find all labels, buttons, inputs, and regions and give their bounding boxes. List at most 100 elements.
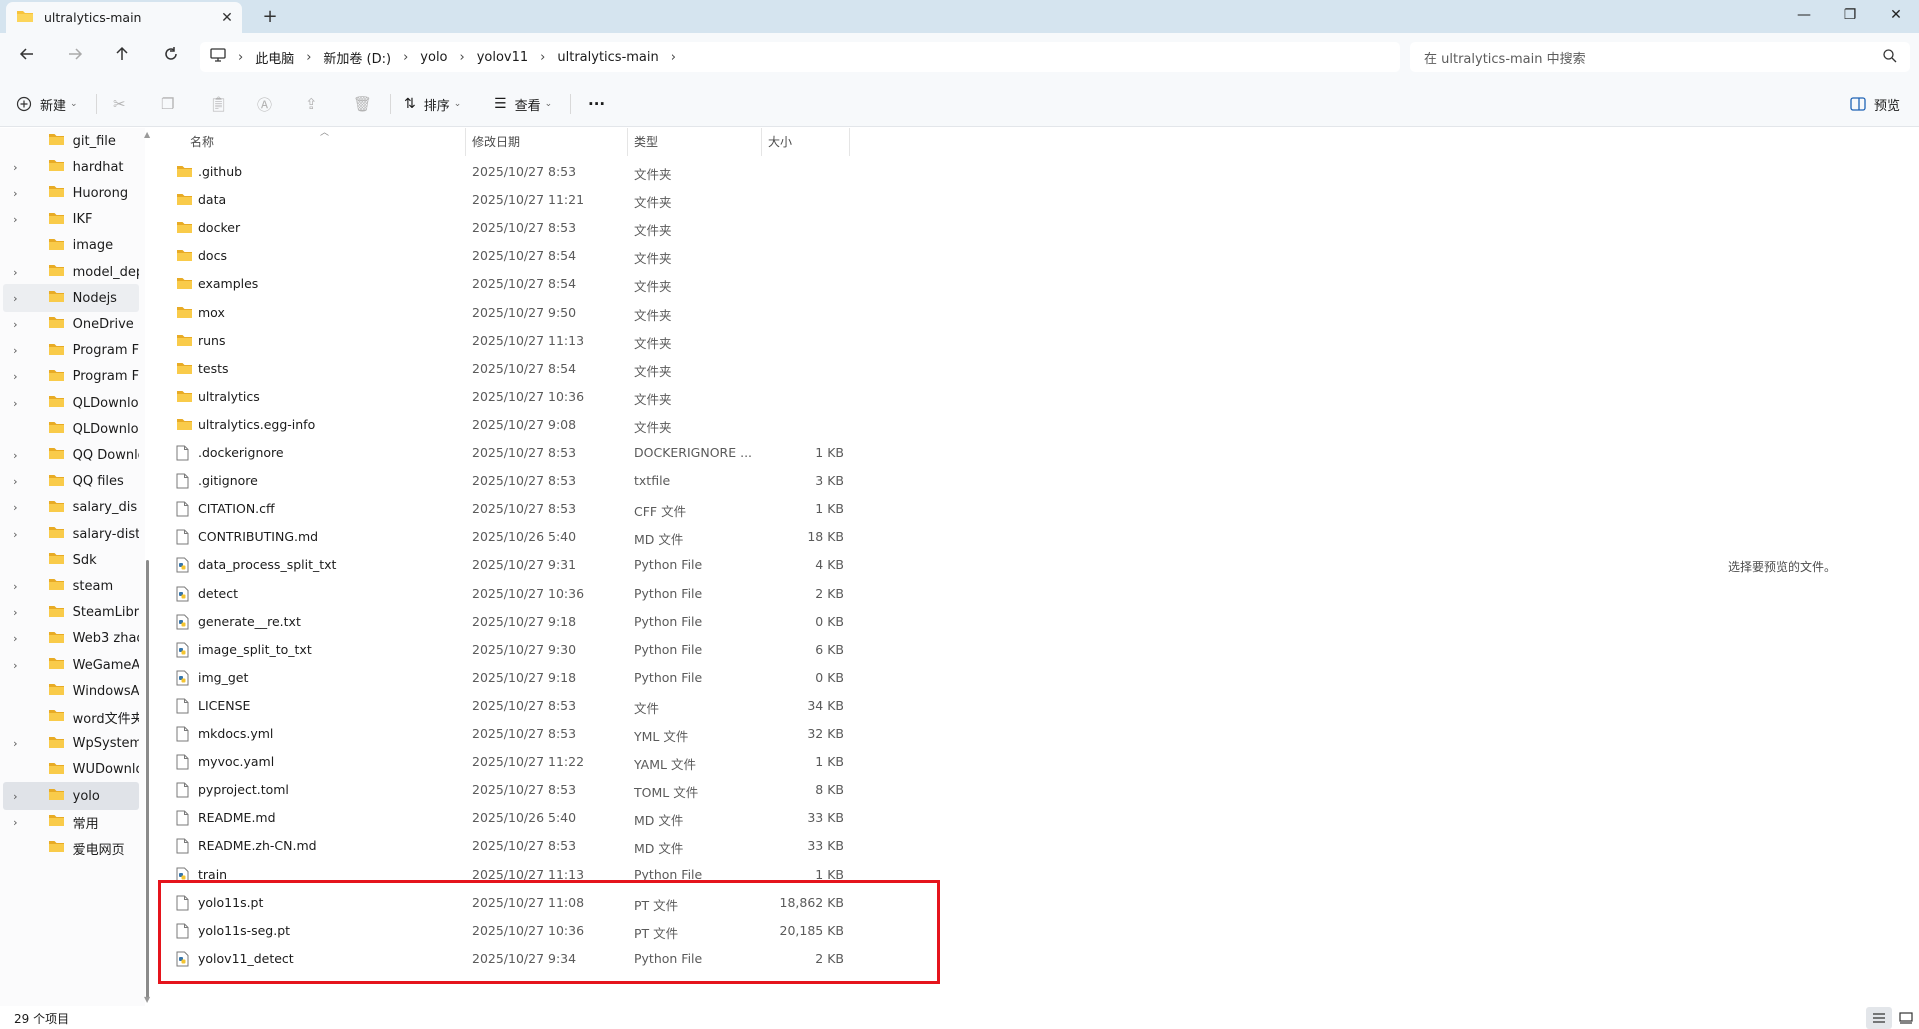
sidebar-item[interactable]: › Program Fil — [3, 337, 139, 365]
chevron-right-icon[interactable]: › — [3, 580, 28, 593]
file-row[interactable]: mkdocs.yml 2025/10/27 8:53 YML 文件 32 KB — [156, 720, 856, 748]
file-row[interactable]: data_process_split_txt 2025/10/27 9:31 Pyt… — [156, 551, 856, 579]
file-row[interactable]: docker 2025/10/27 8:53 文件夹 — [156, 214, 856, 242]
breadcrumb-ultralytics-main[interactable]: ultralytics-main — [557, 50, 658, 65]
file-row[interactable]: ultralytics.egg-info 2025/10/27 9:08 文件夹 — [156, 411, 856, 439]
chevron-right-icon[interactable]: › — [3, 790, 28, 803]
sidebar-item[interactable]: › steam — [3, 572, 139, 600]
file-row[interactable]: runs 2025/10/27 11:13 文件夹 — [156, 327, 856, 355]
share-icon[interactable]: ⇪ — [305, 92, 318, 116]
column-header-type[interactable]: 类型 — [628, 128, 762, 156]
file-row[interactable]: README.zh-CN.md 2025/10/27 8:53 MD 文件 33 KB — [156, 832, 856, 860]
minimize-button[interactable]: — — [1781, 0, 1827, 30]
tiles-view-button[interactable] — [1893, 1007, 1919, 1029]
file-row[interactable]: generate__re.txt 2025/10/27 9:18 Python Fi… — [156, 608, 856, 636]
chevron-right-icon[interactable]: › — [238, 50, 243, 65]
file-row[interactable]: CONTRIBUTING.md 2025/10/26 5:40 MD 文件 18 KB — [156, 523, 856, 551]
chevron-right-icon[interactable]: › — [3, 161, 28, 174]
paste-icon[interactable]: 📋︎ — [209, 92, 228, 116]
sidebar-item[interactable]: WUDownlo — [3, 756, 139, 784]
details-view-button[interactable] — [1866, 1007, 1892, 1029]
sidebar-item[interactable]: git_file — [3, 128, 139, 155]
sidebar-item[interactable]: › SteamLibrar — [3, 599, 139, 627]
file-row[interactable]: data 2025/10/27 11:21 文件夹 — [156, 186, 856, 214]
sidebar-item[interactable]: › salary-distri — [3, 520, 139, 548]
sidebar-item[interactable]: › QQ Downlo — [3, 441, 139, 469]
sidebar-item[interactable]: image — [3, 232, 139, 260]
chevron-right-icon[interactable]: › — [3, 475, 28, 488]
chevron-right-icon[interactable]: › — [3, 397, 28, 410]
chevron-right-icon[interactable]: › — [3, 449, 28, 462]
new-button[interactable]: 新建 ⌄ — [16, 92, 78, 116]
file-row[interactable]: docs 2025/10/27 8:54 文件夹 — [156, 242, 856, 270]
tab-close-icon[interactable]: ✕ — [212, 10, 242, 26]
column-header-date[interactable]: 修改日期 — [466, 128, 628, 156]
sidebar-item[interactable]: › hardhat — [3, 153, 139, 181]
breadcrumb-yolov11[interactable]: yolov11 — [477, 50, 528, 65]
chevron-right-icon[interactable]: › — [540, 50, 545, 65]
column-header-size[interactable]: 大小 — [762, 128, 850, 156]
file-row[interactable]: .dockerignore 2025/10/27 8:53 DOCKERIGNORE… — [156, 439, 856, 467]
chevron-right-icon[interactable]: › — [403, 50, 408, 65]
sidebar-item[interactable]: › yolo — [3, 782, 139, 810]
more-options-button[interactable]: ··· — [588, 92, 605, 116]
chevron-right-icon[interactable]: › — [3, 606, 28, 619]
chevron-right-icon[interactable]: › — [3, 659, 28, 672]
breadcrumb-this-pc[interactable]: 此电脑 — [255, 48, 294, 67]
chevron-right-icon[interactable]: › — [671, 50, 676, 65]
column-header-name[interactable]: 名称 — [184, 128, 466, 156]
sidebar-item[interactable]: › Program Fil — [3, 363, 139, 391]
chevron-right-icon[interactable]: › — [3, 344, 28, 357]
sidebar-item[interactable]: › model_dep — [3, 258, 139, 286]
chevron-right-icon[interactable]: › — [3, 213, 28, 226]
chevron-right-icon[interactable]: › — [3, 528, 28, 541]
sidebar-item[interactable]: › QLDownloa — [3, 389, 139, 417]
tab-ultralytics-main[interactable]: ultralytics-main ✕ — [6, 2, 242, 33]
file-row[interactable]: detect 2025/10/27 10:36 Python File 2 KB — [156, 580, 856, 608]
chevron-right-icon[interactable]: › — [306, 50, 311, 65]
file-row[interactable]: ultralytics 2025/10/27 10:36 文件夹 — [156, 383, 856, 411]
search-input[interactable]: 在 ultralytics-main 中搜索 — [1410, 42, 1910, 72]
file-row[interactable]: myvoc.yaml 2025/10/27 11:22 YAML 文件 1 KB — [156, 748, 856, 776]
chevron-right-icon[interactable]: › — [3, 632, 28, 645]
breadcrumb-yolo[interactable]: yolo — [420, 50, 447, 65]
file-row[interactable]: examples 2025/10/27 8:54 文件夹 — [156, 270, 856, 298]
sidebar-item[interactable]: WindowsAp — [3, 677, 139, 705]
sidebar-item[interactable]: word文件夹 — [3, 703, 139, 731]
scroll-down-arrow-icon[interactable]: ▼ — [144, 995, 150, 1004]
rename-icon[interactable]: Ⓐ — [257, 92, 272, 116]
sidebar-item[interactable]: › Nodejs — [3, 284, 139, 313]
delete-icon[interactable]: 🗑︎ — [353, 92, 372, 116]
file-row[interactable]: tests 2025/10/27 8:54 文件夹 — [156, 355, 856, 383]
back-button[interactable] — [11, 43, 43, 71]
chevron-right-icon[interactable]: › — [3, 318, 28, 331]
up-button[interactable] — [106, 43, 138, 71]
file-row[interactable]: pyproject.toml 2025/10/27 8:53 TOML 文件 8 KB — [156, 776, 856, 804]
file-row[interactable]: .gitignore 2025/10/27 8:53 txtfile 3 KB — [156, 467, 856, 495]
sidebar-item[interactable]: › QQ files — [3, 468, 139, 496]
sidebar-item[interactable]: › IKF — [3, 206, 139, 234]
breadcrumb-drive-d[interactable]: 新加卷 (D:) — [323, 48, 391, 67]
sidebar-item[interactable]: 爱电网页 — [3, 834, 139, 862]
address-bar[interactable]: › 此电脑 › 新加卷 (D:) › yolo › yolov11 › ultr… — [200, 42, 1400, 72]
file-row[interactable]: image_split_to_txt 2025/10/27 9:30 Python … — [156, 636, 856, 664]
sort-button[interactable]: ⇅ 排序 ⌄ — [404, 92, 461, 116]
sidebar-item[interactable]: › OneDrive — [3, 310, 139, 338]
scroll-up-arrow-icon[interactable]: ▲ — [144, 130, 150, 139]
search-icon[interactable] — [1882, 48, 1898, 64]
chevron-right-icon[interactable]: › — [3, 501, 28, 514]
file-row[interactable]: CITATION.cff 2025/10/27 8:53 CFF 文件 1 KB — [156, 495, 856, 523]
forward-button[interactable] — [59, 43, 91, 71]
sidebar-item[interactable]: › WeGameAp — [3, 651, 139, 679]
chevron-right-icon[interactable]: › — [3, 737, 28, 750]
view-button[interactable]: ☰ 查看 ⌄ — [494, 92, 552, 116]
file-row[interactable]: img_get 2025/10/27 9:18 Python File 0 KB — [156, 664, 856, 692]
sidebar-item[interactable]: QLDownloa — [3, 415, 139, 443]
sidebar-item[interactable]: Sdk — [3, 546, 139, 574]
copy-icon[interactable]: ❐ — [161, 92, 174, 116]
sidebar-item[interactable]: › WpSystem — [3, 730, 139, 758]
file-row[interactable]: .github 2025/10/27 8:53 文件夹 — [156, 158, 856, 186]
new-tab-button[interactable]: + — [258, 5, 282, 29]
chevron-right-icon[interactable]: › — [460, 50, 465, 65]
sidebar-item[interactable]: › 常用 — [3, 808, 139, 836]
